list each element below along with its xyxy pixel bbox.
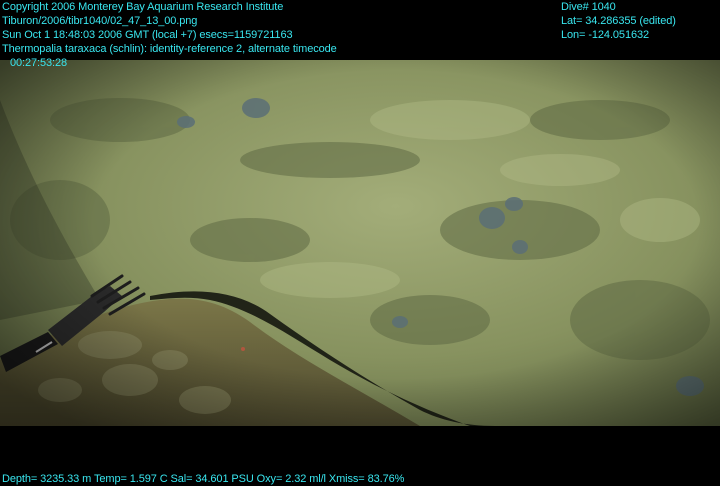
seafloor-scene <box>0 60 720 426</box>
seafloor-image <box>0 60 720 426</box>
video-frame: Copyright 2006 Monterey Bay Aquarium Res… <box>0 0 720 486</box>
longitude-text: Lon= -124.051632 <box>561 29 650 41</box>
overlay-bottom: Depth= 3235.33 m Temp= 1.597 C Sal= 34.6… <box>2 472 404 486</box>
dive-number-text: Dive# 1040 <box>561 1 616 13</box>
datetime-text: Sun Oct 1 18:48:03 2006 GMT (local +7) e… <box>2 29 293 41</box>
timecode-text: 00:27:53:28 <box>10 57 68 69</box>
sensor-readout-text: Depth= 3235.33 m Temp= 1.597 C Sal= 34.6… <box>2 473 405 485</box>
overlay-top-left: Copyright 2006 Monterey Bay Aquarium Res… <box>2 0 337 70</box>
latitude-text: Lat= 34.286355 (edited) <box>561 15 676 27</box>
annotation-text: Thermopalia taraxaca (schlin): identity-… <box>2 43 337 55</box>
file-path-text: Tiburon/2006/tibr1040/02_47_13_00.png <box>2 15 198 27</box>
overlay-top-right: Dive# 1040 Lat= 34.286355 (edited) Lon= … <box>561 0 676 42</box>
copyright-text: Copyright 2006 Monterey Bay Aquarium Res… <box>2 1 284 13</box>
vignette <box>0 60 720 426</box>
